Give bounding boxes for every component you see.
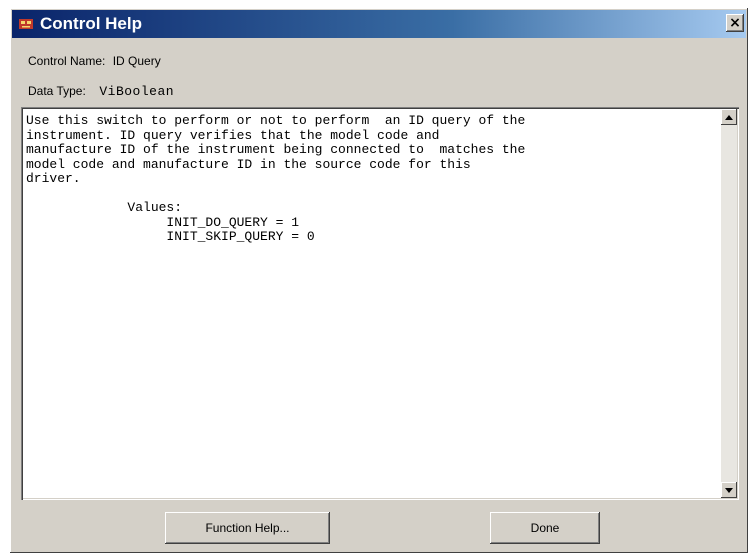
scroll-down-button[interactable] bbox=[721, 482, 737, 498]
done-button[interactable]: Done bbox=[490, 512, 600, 544]
data-type-value: ViBoolean bbox=[99, 84, 175, 99]
window-title: Control Help bbox=[40, 14, 142, 33]
control-name-row: Control Name: ID Query bbox=[28, 54, 161, 68]
app-icon bbox=[18, 16, 34, 32]
function-help-button[interactable]: Function Help... bbox=[165, 512, 330, 544]
data-type-label: Data Type: bbox=[28, 84, 86, 98]
function-help-label: Function Help... bbox=[205, 521, 290, 535]
close-button[interactable]: × bbox=[726, 14, 744, 32]
vertical-scrollbar[interactable] bbox=[721, 109, 737, 498]
arrow-down-icon bbox=[725, 487, 733, 493]
help-text-box[interactable]: Use this switch to perform or not to per… bbox=[21, 107, 739, 500]
scroll-up-button[interactable] bbox=[721, 109, 737, 125]
arrow-up-icon bbox=[725, 114, 733, 120]
control-help-window: Control Help × Control Name: ID Query Da… bbox=[10, 8, 748, 553]
help-text: Use this switch to perform or not to per… bbox=[26, 113, 526, 244]
control-name-label: Control Name: bbox=[28, 54, 106, 68]
control-name-value: ID Query bbox=[112, 54, 161, 68]
data-type-row: Data Type: ViBoolean bbox=[28, 84, 174, 99]
title-bar[interactable]: Control Help × bbox=[12, 10, 746, 38]
done-label: Done bbox=[530, 521, 560, 535]
close-icon: × bbox=[729, 15, 741, 31]
